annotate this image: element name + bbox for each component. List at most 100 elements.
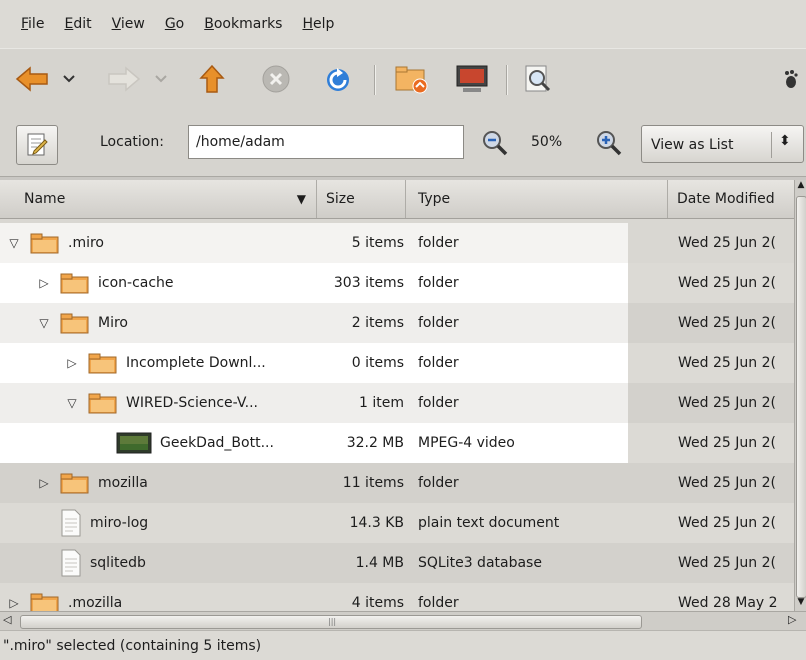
table-row[interactable]: ▷ .mozilla 4 items folder Wed 28 May 2: [0, 583, 794, 611]
table-row[interactable]: ▽ Miro 2 items folder Wed 25 Jun 2(: [0, 303, 794, 343]
zoom-out-button[interactable]: [482, 130, 508, 160]
vertical-scrollbar[interactable]: ▲ ▼: [794, 180, 806, 611]
back-button[interactable]: [12, 59, 52, 99]
select-divider: [771, 132, 772, 158]
menu-mnemonic: B: [204, 16, 214, 32]
document-icon: [60, 509, 82, 537]
menu-item-bookmarks[interactable]: Bookmarks: [204, 16, 282, 32]
file-size: 11 items: [342, 475, 404, 491]
file-date: Wed 25 Jun 2(: [678, 315, 776, 331]
menu-mnemonic: E: [64, 16, 74, 32]
column-header-type[interactable]: Type: [406, 180, 668, 218]
column-header-date[interactable]: Date Modified: [668, 180, 794, 218]
home-button[interactable]: [392, 59, 432, 99]
table-row[interactable]: ▽ .miro 5 items folder Wed 25 Jun 2(: [0, 223, 794, 263]
file-type: folder: [418, 275, 459, 291]
stop-icon: [262, 65, 290, 93]
toolbar-separator: [374, 65, 376, 95]
expander-collapsed-icon[interactable]: ▷: [36, 476, 52, 490]
scroll-right-arrow-icon[interactable]: ▷: [788, 613, 796, 626]
menu-mnemonic: H: [302, 16, 314, 32]
file-type: folder: [418, 395, 459, 411]
menu-item-edit[interactable]: Edit: [64, 16, 91, 32]
file-date: Wed 25 Jun 2(: [678, 435, 776, 451]
expander-expanded-icon[interactable]: ▽: [64, 396, 80, 410]
file-list: ▽ .miro 5 items folder Wed 25 Jun 2( ▷ icon-ca…: [0, 219, 794, 611]
file-date: Wed 25 Jun 2(: [678, 275, 776, 291]
expander-collapsed-icon[interactable]: ▷: [64, 356, 80, 370]
menu-label: ookmarks: [213, 16, 283, 32]
file-type: folder: [418, 355, 459, 371]
zoom-in-button[interactable]: [596, 130, 622, 160]
forward-history-dropdown[interactable]: [146, 59, 176, 99]
view-mode-select[interactable]: View as List ⬍: [641, 125, 804, 163]
menu-item-help[interactable]: Help: [302, 16, 334, 32]
expander-collapsed-icon[interactable]: ▷: [6, 596, 22, 610]
expander-expanded-icon[interactable]: ▽: [6, 236, 22, 250]
folder-icon: [60, 312, 90, 334]
table-row[interactable]: ▷ icon-cache 303 items folder Wed 25 Jun 2(: [0, 263, 794, 303]
column-header-name[interactable]: Name ▼: [0, 180, 317, 218]
back-history-dropdown[interactable]: [54, 59, 84, 99]
forward-arrow-icon: [108, 66, 141, 92]
expander-collapsed-icon[interactable]: ▷: [36, 276, 52, 290]
table-row[interactable]: ▽ WIRED-Science-V... 1 item folder Wed 25 Ju…: [0, 383, 794, 423]
video-icon: [116, 432, 152, 454]
horizontal-scroll-thumb[interactable]: |||: [20, 615, 642, 629]
menu-label: o: [175, 16, 185, 32]
file-size: 1.4 MB: [355, 555, 404, 571]
file-size: 2 items: [351, 315, 404, 331]
zoom-in-icon: [597, 131, 622, 156]
menu-mnemonic: V: [111, 16, 121, 32]
name-cell: ▷ .mozilla: [6, 583, 122, 611]
table-row[interactable]: GeekDad_Bott... 32.2 MB MPEG-4 video Wed 25…: [0, 423, 794, 463]
file-name: .mozilla: [68, 595, 123, 611]
file-name: icon-cache: [98, 275, 174, 291]
file-date: Wed 25 Jun 2(: [678, 515, 776, 531]
sort-chevron-down-icon: ▼: [296, 192, 306, 206]
table-row[interactable]: ▷ Incomplete Downl... 0 items folder Wed 25 …: [0, 343, 794, 383]
name-cell: ▷ Incomplete Downl...: [64, 343, 266, 383]
file-size: 14.3 KB: [349, 515, 404, 531]
up-arrow-icon: [199, 64, 225, 93]
table-row[interactable]: ▷ mozilla 11 items folder Wed 25 Jun 2(: [0, 463, 794, 503]
up-button[interactable]: [192, 59, 232, 99]
stop-button[interactable]: [256, 59, 296, 99]
file-size: 0 items: [351, 355, 404, 371]
scroll-left-arrow-icon[interactable]: ◁: [3, 613, 11, 626]
vertical-scroll-thumb[interactable]: [796, 196, 806, 598]
file-date: Wed 25 Jun 2(: [678, 235, 776, 251]
menu-item-view[interactable]: View: [112, 16, 145, 32]
search-button[interactable]: [518, 59, 558, 99]
edit-note-icon: [27, 133, 48, 156]
expander-expanded-icon[interactable]: ▽: [36, 316, 52, 330]
computer-button[interactable]: [452, 59, 492, 99]
horizontal-scrollbar[interactable]: ◁ ||| ▷: [0, 611, 806, 631]
folder-icon: [30, 232, 60, 254]
file-type: SQLite3 database: [418, 555, 542, 571]
zoom-out-icon: [483, 131, 508, 156]
column-header-size[interactable]: Size: [317, 180, 406, 218]
scroll-up-arrow-icon[interactable]: ▲: [796, 180, 806, 194]
menu-item-file[interactable]: File: [21, 16, 44, 32]
location-input[interactable]: [188, 125, 464, 159]
folder-icon: [60, 472, 90, 494]
file-name: WIRED-Science-V...: [126, 395, 259, 411]
file-size: 4 items: [351, 595, 404, 611]
reload-button[interactable]: [318, 59, 358, 99]
toggle-location-button[interactable]: [16, 125, 58, 165]
name-cell: sqlitedb: [36, 543, 146, 583]
file-date: Wed 25 Jun 2(: [678, 475, 776, 491]
menu-item-go[interactable]: Go: [165, 16, 184, 32]
zoom-level[interactable]: 50%: [531, 134, 562, 150]
file-type: folder: [418, 595, 459, 611]
file-type: folder: [418, 475, 459, 491]
table-row[interactable]: sqlitedb 1.4 MB SQLite3 database Wed 25 Jun…: [0, 543, 794, 583]
file-name: GeekDad_Bott...: [160, 435, 274, 451]
forward-button[interactable]: [104, 59, 144, 99]
scroll-down-arrow-icon[interactable]: ▼: [796, 597, 806, 611]
table-row[interactable]: miro-log 14.3 KB plain text document Wed 25…: [0, 503, 794, 543]
view-mode-label: View as List: [651, 137, 734, 153]
file-type: MPEG-4 video: [418, 435, 515, 451]
file-name: Miro: [98, 315, 128, 331]
